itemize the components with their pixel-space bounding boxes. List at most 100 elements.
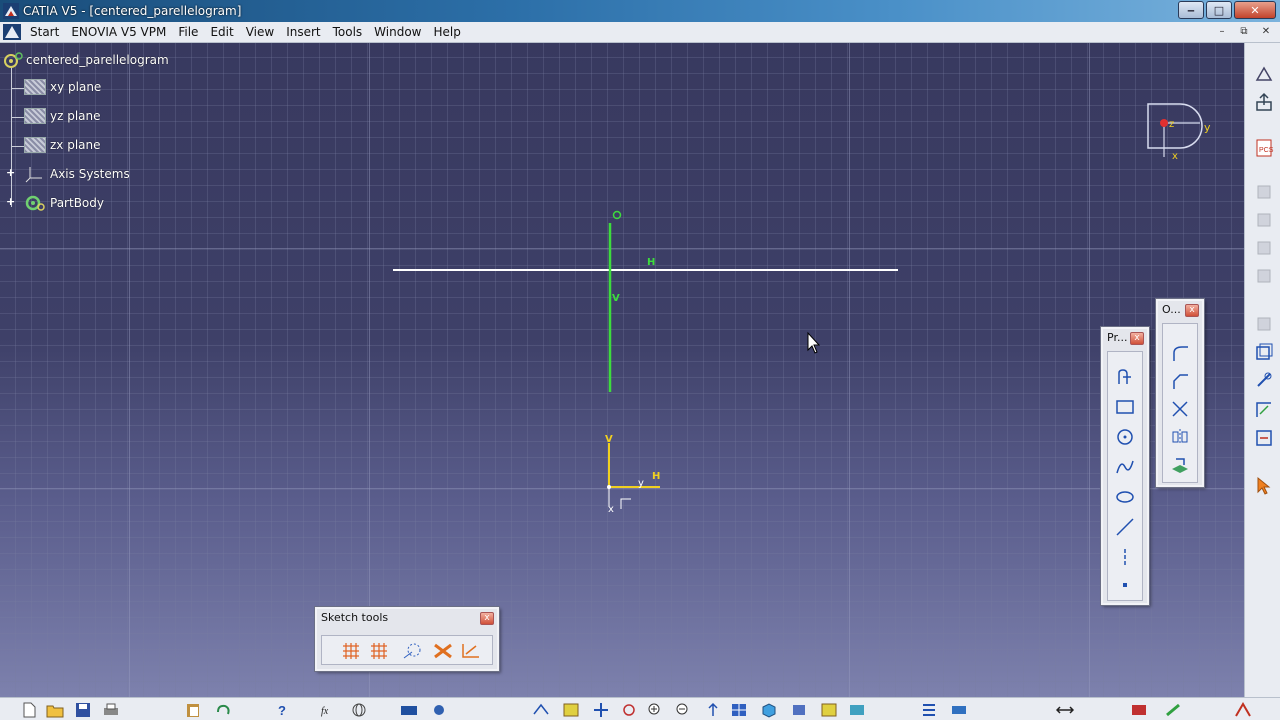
menu-start[interactable]: Start — [26, 25, 71, 39]
maximize-button[interactable]: □ — [1206, 1, 1232, 19]
save-icon[interactable] — [74, 702, 92, 718]
corner-icon[interactable] — [1168, 341, 1192, 365]
compass-x-label: x — [1172, 151, 1178, 162]
keyboard-icon[interactable] — [400, 702, 418, 718]
sketch-tools-toolbar[interactable]: Sketch tools x — [314, 606, 500, 672]
normal-view-icon[interactable] — [704, 702, 722, 718]
menu-insert[interactable]: Insert — [286, 25, 332, 39]
line-icon[interactable] — [1113, 515, 1137, 539]
select-arrow-icon[interactable] — [1253, 475, 1275, 497]
project-3d-elements-icon[interactable] — [1168, 453, 1192, 477]
analysis-icon[interactable] — [1130, 702, 1148, 718]
multi-view-icon[interactable] — [730, 702, 748, 718]
zoom-out-icon[interactable] — [674, 702, 692, 718]
grid-icon[interactable] — [339, 639, 363, 663]
rotate-icon[interactable] — [620, 702, 638, 718]
doc-restore-button[interactable]: ⧉ — [1236, 25, 1252, 39]
hide-show-icon[interactable] — [820, 702, 838, 718]
specification-icon[interactable] — [920, 702, 938, 718]
pan-icon[interactable] — [592, 702, 610, 718]
apply-material-icon[interactable] — [1164, 702, 1182, 718]
local-axis-corner — [620, 498, 631, 509]
zoom-in-icon[interactable] — [646, 702, 664, 718]
profile-toolbar-close-button[interactable]: x — [1130, 332, 1144, 345]
svg-text:?: ? — [278, 703, 286, 718]
fit-all-icon[interactable] — [562, 702, 580, 718]
disabled-tool-icon — [1253, 313, 1275, 335]
menu-view[interactable]: View — [246, 25, 286, 39]
title-bar: CATIA V5 - [centered_parellelogram] ‒ □ … — [0, 0, 1280, 22]
rectangle-icon[interactable] — [1113, 395, 1137, 419]
menu-window[interactable]: Window — [374, 25, 433, 39]
compass-z-label: z — [1169, 119, 1175, 130]
bottom-toolbar: ? fx — [0, 697, 1280, 720]
swap-visible-space-icon[interactable] — [848, 702, 866, 718]
window-title: CATIA V5 - [centered_parellelogram] — [23, 4, 242, 18]
construction-element-icon[interactable] — [401, 639, 425, 663]
formula-icon[interactable]: fx — [320, 702, 338, 718]
exit-workbench-icon[interactable] — [1253, 91, 1275, 113]
catia-logo-icon — [1234, 702, 1252, 718]
web-icon[interactable] — [350, 702, 368, 718]
dimensional-constraints-icon[interactable] — [459, 639, 483, 663]
visualization-icon[interactable] — [1253, 341, 1275, 363]
svg-text:PCS: PCS — [1259, 147, 1274, 154]
circle-icon[interactable] — [1113, 425, 1137, 449]
sketch-viewport[interactable]: centered_parellelogram xy plane yz plane… — [0, 43, 1244, 697]
menu-tools[interactable]: Tools — [333, 25, 375, 39]
pcs-icon[interactable]: PCS — [1253, 137, 1275, 159]
point-icon[interactable] — [1113, 573, 1137, 597]
mirror-icon[interactable] — [1168, 425, 1192, 449]
catia-app-icon — [3, 3, 19, 19]
open-folder-icon[interactable] — [46, 702, 64, 718]
measure-between-icon[interactable] — [1055, 702, 1075, 718]
print-icon[interactable] — [102, 702, 120, 718]
disabled-tool-icon — [1253, 181, 1275, 203]
svg-text:fx: fx — [321, 706, 329, 717]
menu-file[interactable]: File — [178, 25, 210, 39]
sketch-icon[interactable] — [1253, 63, 1275, 85]
doc-minimize-button[interactable]: – — [1214, 25, 1230, 39]
spline-icon[interactable] — [1113, 455, 1137, 479]
sketch-axis-v-label: V — [605, 434, 613, 445]
sketch-tools-close-button[interactable]: x — [480, 612, 494, 625]
close-button[interactable]: ✕ — [1234, 1, 1276, 19]
snap-to-point-icon[interactable] — [367, 639, 391, 663]
measure-icon[interactable] — [950, 702, 968, 718]
iso-view-icon[interactable] — [760, 702, 778, 718]
local-y-label: y — [638, 478, 644, 489]
axis-icon[interactable] — [1113, 545, 1137, 569]
minimize-button[interactable]: ‒ — [1178, 1, 1204, 19]
whats-this-icon[interactable]: ? — [274, 702, 292, 718]
trim-icon[interactable] — [1168, 397, 1192, 421]
profile-toolbar-title: Pr... — [1107, 331, 1128, 344]
auto-constraint-icon[interactable] — [1253, 399, 1275, 421]
catia-menu-icon[interactable] — [2, 23, 22, 41]
compass-icon[interactable] — [1147, 103, 1203, 149]
origin-constraint-icon — [612, 210, 622, 220]
chamfer-icon[interactable] — [1168, 369, 1192, 393]
geometrical-constraints-icon[interactable] — [431, 639, 455, 663]
disabled-tool-icon — [1253, 209, 1275, 231]
doc-close-button[interactable]: ✕ — [1258, 25, 1274, 39]
undo-icon[interactable] — [214, 702, 232, 718]
right-toolbar: PCS — [1244, 43, 1280, 697]
menu-help[interactable]: Help — [434, 25, 473, 39]
constraint-icon[interactable] — [1253, 369, 1275, 391]
new-file-icon[interactable] — [20, 702, 38, 718]
tools-icon[interactable] — [430, 702, 448, 718]
ellipse-icon[interactable] — [1113, 485, 1137, 509]
menu-enovia[interactable]: ENOVIA V5 VPM — [71, 25, 178, 39]
menu-edit[interactable]: Edit — [210, 25, 245, 39]
paste-icon[interactable] — [184, 702, 202, 718]
operation-toolbar-close-button[interactable]: x — [1185, 304, 1199, 317]
profile-toolbar[interactable]: Pr... x — [1100, 326, 1150, 606]
operation-toolbar[interactable]: O... x — [1155, 298, 1205, 488]
mouse-cursor-icon — [807, 331, 821, 354]
fly-mode-icon[interactable] — [532, 702, 550, 718]
disabled-tool-icon — [1253, 237, 1275, 259]
sketch-tools-title: Sketch tools — [321, 611, 389, 624]
shading-icon[interactable] — [790, 702, 808, 718]
animate-constraint-icon[interactable] — [1253, 427, 1275, 449]
profile-icon[interactable] — [1113, 365, 1137, 389]
